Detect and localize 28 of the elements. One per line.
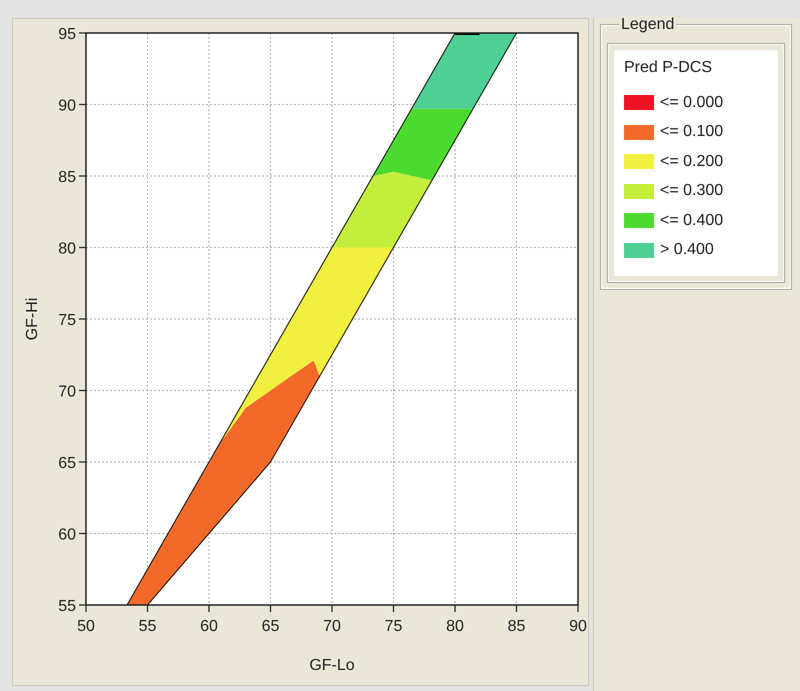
tick-label: 80	[58, 240, 76, 258]
tick-label: 80	[446, 618, 464, 635]
tick-label: 90	[58, 98, 76, 114]
tick-label: 65	[58, 455, 76, 472]
tick-label: 85	[508, 618, 526, 635]
legend-title: Legend	[619, 16, 676, 34]
tick-label: 70	[323, 618, 341, 635]
legend-heading: Pred P-DCS	[624, 58, 714, 78]
tick-label: 95	[58, 26, 76, 43]
tick-label: 55	[58, 598, 76, 615]
tick-label: 65	[262, 618, 280, 635]
tick-label: 60	[58, 526, 76, 544]
tick-label: 70	[58, 384, 76, 400]
tick-label: 75	[384, 618, 402, 635]
x-axis-title: GF-Lo	[309, 657, 355, 674]
legend-label: <= 0.100	[660, 122, 724, 142]
legend-label: <= 0.400	[660, 210, 724, 231]
tick-label: 55	[138, 618, 156, 635]
y-axis-title: GF-Hi	[24, 298, 41, 340]
legend-label: <= 0.300	[660, 181, 724, 202]
legend-label: > 0.400	[660, 240, 714, 260]
tick-label: 75	[58, 312, 76, 329]
legend-label: <= 0.000	[660, 92, 724, 113]
tick-label: 50	[77, 618, 95, 635]
tick-label: 60	[200, 618, 218, 635]
tick-label: 85	[58, 169, 76, 186]
legend-label: <= 0.200	[660, 152, 724, 172]
tick-label: 90	[569, 618, 587, 635]
